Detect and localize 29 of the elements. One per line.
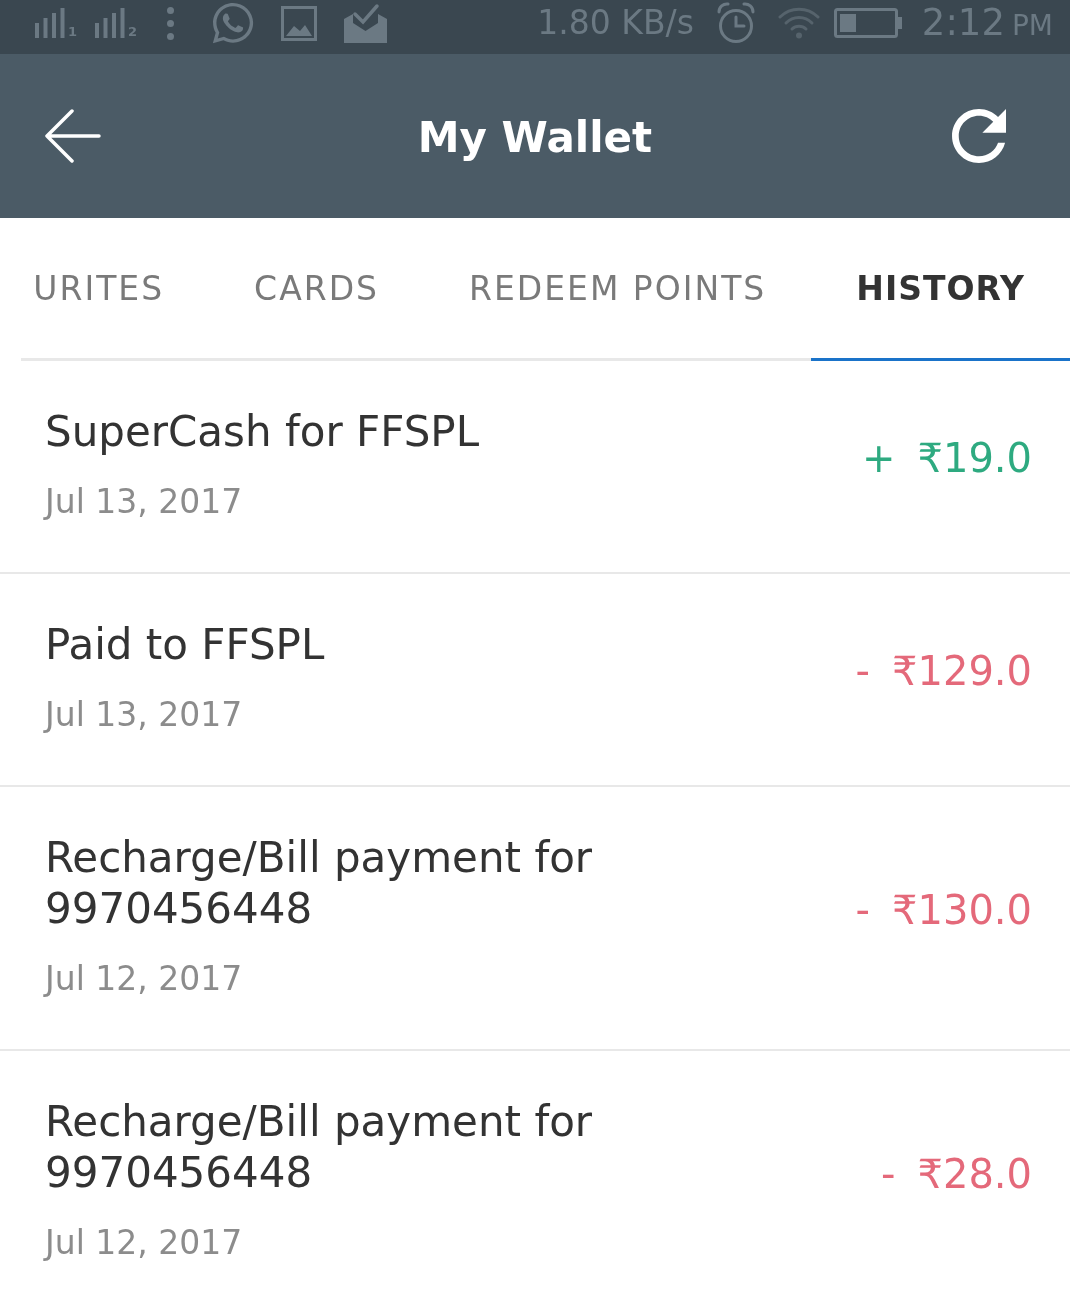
wifi-icon bbox=[777, 7, 820, 40]
transaction-title: Recharge/Bill payment for 9970456448 bbox=[45, 832, 594, 934]
transaction-amount: ₹130.0 bbox=[892, 885, 1032, 934]
signal-icon bbox=[35, 8, 65, 39]
transaction-title: SuperCash for FFSPL bbox=[45, 406, 480, 457]
more-vertical-icon bbox=[167, 6, 175, 40]
amount-sign: - bbox=[881, 1149, 896, 1198]
signal-icon bbox=[95, 8, 126, 39]
transaction-date: Jul 13, 2017 bbox=[45, 481, 244, 523]
transaction-date: Jul 13, 2017 bbox=[45, 694, 244, 736]
back-arrow-icon bbox=[45, 109, 101, 164]
transaction-amount: ₹28.0 bbox=[917, 1149, 1032, 1198]
refresh-icon bbox=[952, 109, 1006, 164]
alarm-clock-icon bbox=[715, 2, 756, 45]
transaction-title: Recharge/Bill payment for 9970456448 bbox=[45, 1096, 594, 1198]
envelope-check-icon bbox=[344, 3, 388, 44]
amount-sign: + bbox=[861, 434, 896, 482]
transaction-amount: ₹129.0 bbox=[892, 647, 1032, 695]
battery-icon bbox=[833, 8, 902, 39]
back-button[interactable] bbox=[45, 109, 101, 164]
refresh-button[interactable] bbox=[952, 109, 1006, 164]
screen-title: My Wallet bbox=[417, 112, 653, 165]
transaction-title: Paid to FFSPL bbox=[45, 619, 325, 670]
amount-sign: - bbox=[855, 885, 871, 934]
transaction-amount: ₹19.0 bbox=[917, 434, 1032, 482]
transaction-date: Jul 12, 2017 bbox=[45, 1222, 244, 1264]
image-icon bbox=[281, 5, 318, 41]
transaction-date: Jul 12, 2017 bbox=[45, 958, 244, 1000]
amount-sign: - bbox=[855, 647, 871, 695]
